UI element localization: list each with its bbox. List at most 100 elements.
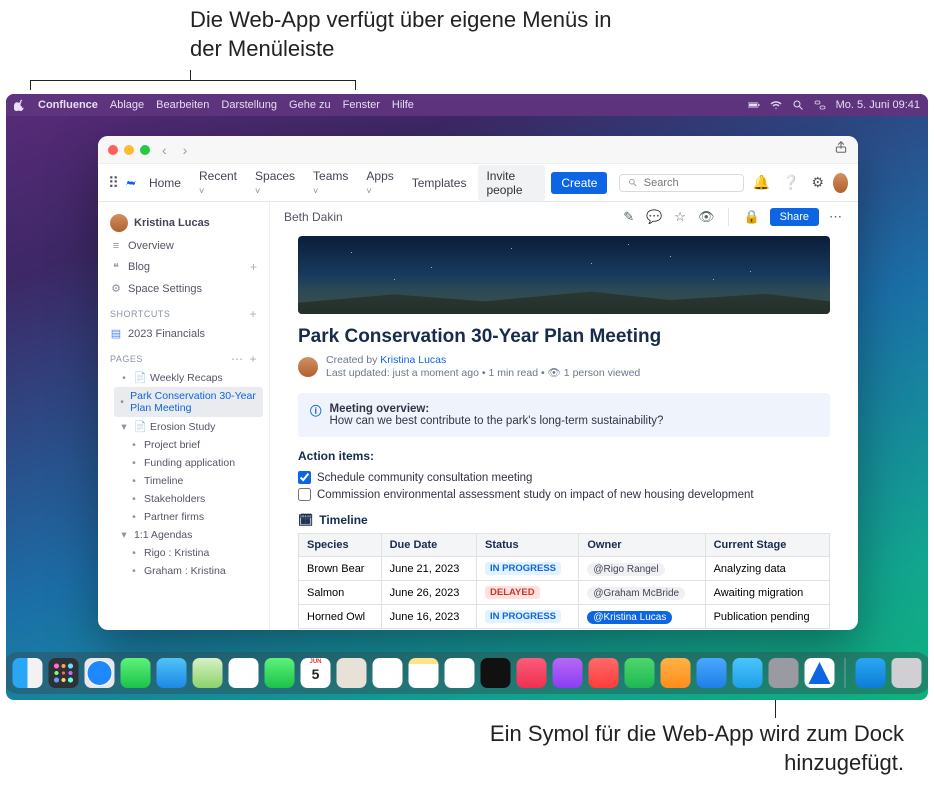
app-switcher-icon[interactable]: ⠿ (108, 174, 119, 192)
dock-messages-icon[interactable] (121, 658, 151, 688)
dock-podcasts-icon[interactable] (553, 658, 583, 688)
tree-label: Funding application (144, 457, 235, 469)
dock-mail-icon[interactable] (157, 658, 187, 688)
lock-icon[interactable]: 🔒 (741, 209, 761, 225)
nav-home[interactable]: Home (143, 172, 187, 194)
dock-photos-icon[interactable] (229, 658, 259, 688)
dock-confluence-webapp-icon[interactable] (805, 658, 835, 688)
tree-node-selected[interactable]: •Park Conservation 30-Year Plan Meeting (114, 387, 263, 417)
add-shortcut-icon[interactable]: + (249, 307, 257, 321)
share-button[interactable]: Share (770, 208, 819, 226)
control-center-icon[interactable] (814, 99, 826, 111)
nav-apps[interactable]: Apps (360, 165, 399, 201)
tree-child[interactable]: •Stakeholders (114, 490, 263, 508)
profile-avatar[interactable] (833, 173, 848, 193)
dock-settings-icon[interactable] (769, 658, 799, 688)
search-box[interactable] (619, 174, 743, 192)
dock-news-icon[interactable] (589, 658, 619, 688)
share-os-button[interactable] (834, 140, 848, 159)
menu-darstellung[interactable]: Darstellung (221, 99, 277, 111)
owner-mention[interactable]: @Kristina Lucas (587, 611, 672, 624)
star-icon[interactable]: ☆ (672, 209, 688, 225)
dock-numbers-icon[interactable] (625, 658, 655, 688)
dock-maps-icon[interactable] (193, 658, 223, 688)
sidebar-shortcut-item[interactable]: ▤2023 Financials (104, 323, 263, 344)
notifications-icon[interactable]: 🔔 (750, 174, 773, 191)
tree-child[interactable]: •Funding application (114, 454, 263, 472)
menu-hilfe[interactable]: Hilfe (392, 99, 414, 111)
dock-contacts-icon[interactable] (337, 658, 367, 688)
tree-node-expandable[interactable]: ▾1:1 Agendas (114, 526, 263, 544)
tree-child[interactable]: •Graham : Kristina (114, 562, 263, 580)
zoom-window-button[interactable] (140, 145, 150, 155)
dock-appstore-icon[interactable] (733, 658, 763, 688)
pages-more-icon[interactable]: ⋯ (231, 352, 244, 366)
more-actions-icon[interactable]: ⋯ (827, 209, 844, 225)
confluence-logo-icon[interactable] (125, 175, 137, 191)
dock-reminders-icon[interactable] (373, 658, 403, 688)
sidebar-page-tree: •📄Weekly Recaps •Park Conservation 30-Ye… (104, 368, 263, 580)
add-blog-icon[interactable]: + (250, 260, 257, 274)
apple-logo-icon[interactable] (14, 99, 26, 111)
sidebar-space-title[interactable]: Kristina Lucas (104, 210, 263, 236)
action-item-1[interactable]: Schedule community consultation meeting (298, 469, 830, 486)
menu-ablage[interactable]: Ablage (110, 99, 144, 111)
author-avatar[interactable] (298, 357, 318, 377)
dock-calendar-icon[interactable] (301, 658, 331, 688)
sidebar-space-settings[interactable]: ⚙Space Settings (104, 278, 263, 299)
add-page-icon[interactable]: + (249, 352, 257, 366)
battery-icon[interactable] (748, 99, 760, 111)
tree-node-expandable[interactable]: ▾📄Erosion Study (114, 417, 263, 436)
menu-fenster[interactable]: Fenster (343, 99, 380, 111)
menu-bearbeiten[interactable]: Bearbeiten (156, 99, 209, 111)
nav-templates[interactable]: Templates (406, 172, 473, 194)
help-icon[interactable]: ❔ (779, 174, 802, 191)
author-link[interactable]: Kristina Lucas (380, 354, 446, 366)
watch-icon[interactable]: 👁 (696, 209, 717, 225)
owner-mention[interactable]: @Rigo Rangel (587, 563, 664, 576)
nav-teams[interactable]: Teams (307, 165, 354, 201)
dock-trash-icon[interactable] (892, 658, 922, 688)
sidebar-blog[interactable]: ❝Blog+ (104, 256, 263, 278)
dock-keynote-icon[interactable] (697, 658, 727, 688)
tree-child[interactable]: •Project brief (114, 436, 263, 454)
breadcrumb-author[interactable]: Beth Dakin (284, 210, 343, 224)
dock-music-icon[interactable] (517, 658, 547, 688)
tree-child[interactable]: •Timeline (114, 472, 263, 490)
dock-launchpad-icon[interactable] (49, 658, 79, 688)
owner-mention[interactable]: @Graham McBride (587, 587, 685, 600)
sidebar-overview[interactable]: ≡Overview (104, 236, 263, 256)
search-input[interactable] (644, 177, 735, 189)
menubar-app-name[interactable]: Confluence (38, 99, 98, 111)
dock-downloads-icon[interactable] (856, 658, 886, 688)
spotlight-icon[interactable] (792, 99, 804, 111)
dock-freeform-icon[interactable] (445, 658, 475, 688)
comment-icon[interactable]: 💬 (644, 209, 664, 225)
dock-pages-icon[interactable] (661, 658, 691, 688)
menubar-clock[interactable]: Mo. 5. Juni 09:41 (836, 99, 920, 111)
close-window-button[interactable] (108, 145, 118, 155)
dock-safari-icon[interactable] (85, 658, 115, 688)
edit-icon[interactable]: ✎ (621, 209, 636, 225)
nav-back-button[interactable]: ‹ (158, 142, 171, 158)
blog-icon: ❝ (110, 261, 122, 274)
dock-finder-icon[interactable] (13, 658, 43, 688)
invite-people-button[interactable]: Invite people (478, 165, 545, 201)
nav-forward-button[interactable]: › (179, 142, 192, 158)
dock-tv-icon[interactable] (481, 658, 511, 688)
tree-node[interactable]: •📄Weekly Recaps (114, 368, 263, 387)
action-item-2[interactable]: Commission environmental assessment stud… (298, 486, 830, 503)
nav-recent[interactable]: Recent (193, 165, 243, 201)
checkbox[interactable] (298, 488, 311, 501)
settings-gear-icon[interactable]: ⚙ (808, 174, 827, 191)
create-button[interactable]: Create (551, 172, 607, 194)
minimize-window-button[interactable] (124, 145, 134, 155)
dock-notes-icon[interactable] (409, 658, 439, 688)
dock-facetime-icon[interactable] (265, 658, 295, 688)
nav-spaces[interactable]: Spaces (249, 165, 301, 201)
checkbox[interactable] (298, 471, 311, 484)
tree-child[interactable]: •Rigo : Kristina (114, 544, 263, 562)
menu-gehe-zu[interactable]: Gehe zu (289, 99, 331, 111)
tree-child[interactable]: •Partner firms (114, 508, 263, 526)
wifi-icon[interactable] (770, 99, 782, 111)
